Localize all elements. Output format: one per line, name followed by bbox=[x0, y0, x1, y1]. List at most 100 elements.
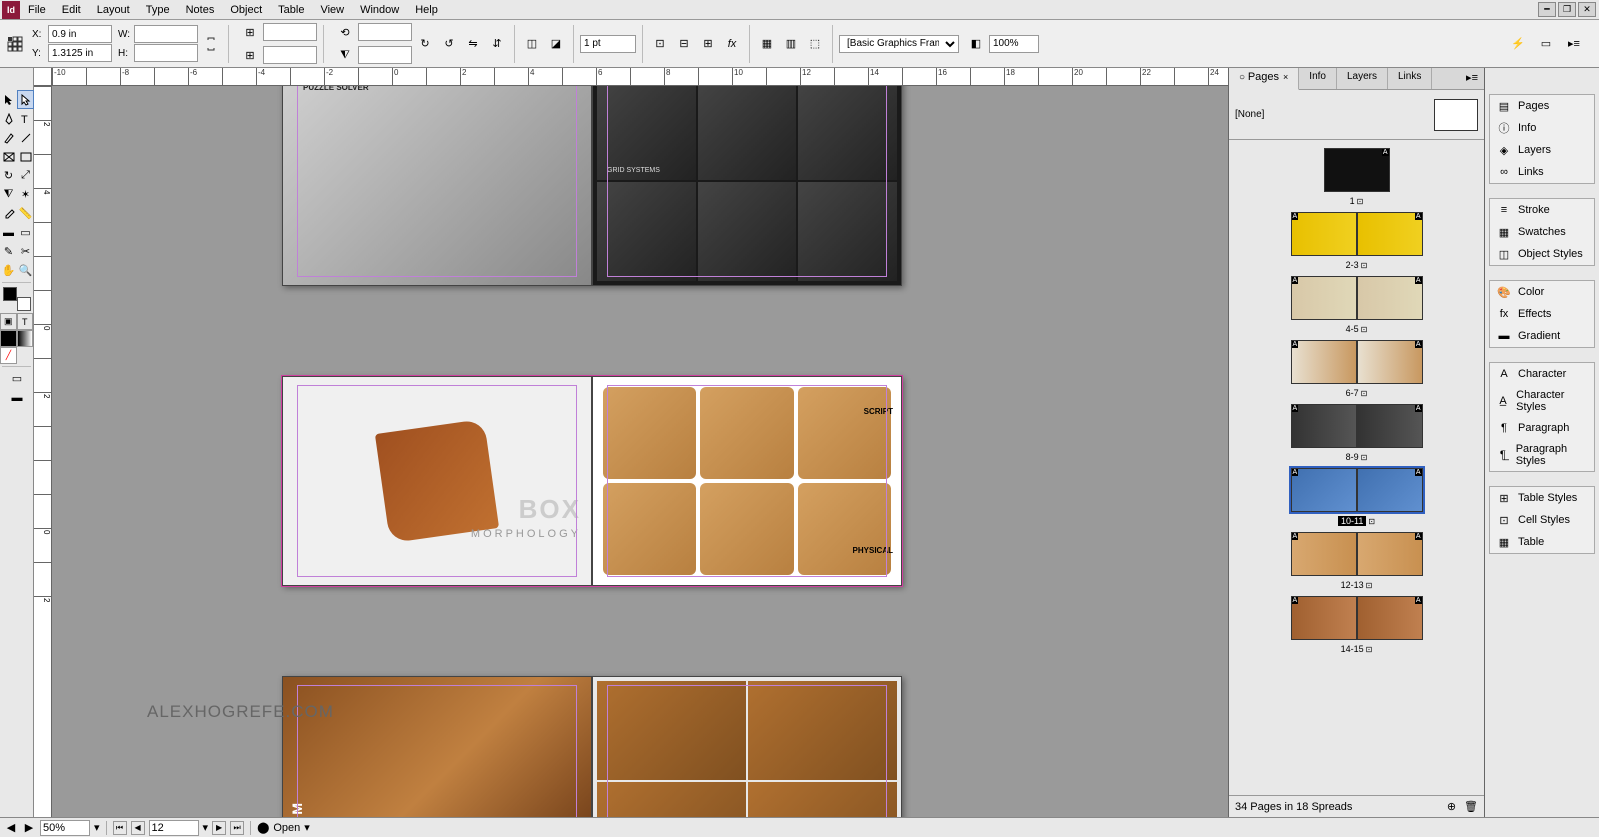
horizontal-ruler[interactable]: -10-8-6-4-20246810121416182022242628 bbox=[52, 68, 1228, 86]
page-thumb-4-5[interactable]: AA4-5 ⊡ bbox=[1289, 274, 1425, 334]
panel-info[interactable]: ⓘInfo bbox=[1490, 117, 1594, 139]
panel-menu-icon[interactable]: ▸≡ bbox=[1563, 33, 1585, 55]
shear-input[interactable] bbox=[358, 46, 412, 64]
page-dropdown-icon[interactable]: ▾ bbox=[203, 821, 209, 834]
gradient-tool[interactable]: ▬ bbox=[0, 223, 17, 242]
rotate-90-cw-icon[interactable]: ↻ bbox=[414, 33, 436, 55]
selection-tool[interactable] bbox=[0, 90, 17, 109]
text-wrap-bounding-icon[interactable]: ▥ bbox=[780, 33, 802, 55]
page-thumb-6-7[interactable]: AA6-7 ⊡ bbox=[1289, 338, 1425, 398]
scale-x-input[interactable] bbox=[263, 23, 317, 41]
menu-help[interactable]: Help bbox=[407, 2, 446, 18]
panel-table-styles[interactable]: ⊞Table Styles bbox=[1490, 487, 1594, 509]
pages-tab[interactable]: ○ Pages× bbox=[1229, 68, 1299, 90]
page-thumb-2-3[interactable]: AA2-3 ⊡ bbox=[1289, 210, 1425, 270]
apply-color-button[interactable] bbox=[0, 330, 17, 347]
free-transform-tool[interactable]: ✶ bbox=[17, 185, 34, 204]
panel-object-styles[interactable]: ◫Object Styles bbox=[1490, 243, 1594, 265]
menu-layout[interactable]: Layout bbox=[89, 2, 138, 18]
quick-apply-icon[interactable]: ⚡ bbox=[1507, 33, 1529, 55]
minimize-button[interactable]: ━ bbox=[1538, 2, 1556, 17]
page-thumbnails[interactable]: A1 ⊡AA2-3 ⊡AA4-5 ⊡AA6-7 ⊡AA8-9 ⊡AA10-11 … bbox=[1229, 140, 1484, 795]
links-tab[interactable]: Links bbox=[1388, 68, 1432, 89]
measure-tool[interactable]: 📏 bbox=[17, 204, 34, 223]
panel-table[interactable]: ▦Table bbox=[1490, 531, 1594, 553]
h-input[interactable] bbox=[134, 44, 198, 62]
fit-content-icon[interactable]: ⊡ bbox=[649, 33, 671, 55]
info-tab[interactable]: Info bbox=[1299, 68, 1337, 89]
menu-object[interactable]: Object bbox=[222, 2, 270, 18]
menu-table[interactable]: Table bbox=[270, 2, 312, 18]
scissors-tool[interactable]: ✂ bbox=[17, 242, 34, 261]
status-dropdown-icon[interactable]: ▾ bbox=[304, 821, 310, 834]
page-thumb-8-9[interactable]: AA8-9 ⊡ bbox=[1289, 402, 1425, 462]
x-input[interactable] bbox=[48, 25, 112, 43]
scale-y-input[interactable] bbox=[263, 46, 317, 64]
hand-tool[interactable]: ✋ bbox=[0, 261, 17, 280]
document-view[interactable]: PUZZLE SOLVER GRID SYSTEMS BOX bbox=[52, 86, 1228, 817]
none-master-label[interactable]: [None] bbox=[1235, 109, 1428, 120]
line-tool[interactable] bbox=[17, 128, 34, 147]
close-button[interactable]: ✕ bbox=[1578, 2, 1596, 17]
next-page-button[interactable]: ▶ bbox=[212, 821, 226, 835]
y-input[interactable] bbox=[48, 44, 112, 62]
panel-gradient[interactable]: ▬Gradient bbox=[1490, 325, 1594, 347]
fill-stroke-swatch[interactable] bbox=[3, 287, 31, 311]
panel-flyout-icon[interactable]: ▸≡ bbox=[1460, 68, 1484, 89]
layers-tab[interactable]: Layers bbox=[1337, 68, 1388, 89]
flip-v-icon[interactable]: ⇵ bbox=[486, 33, 508, 55]
gradient-feather-tool[interactable]: ▭ bbox=[17, 223, 34, 242]
scale-y-icon[interactable]: ⊞ bbox=[239, 44, 261, 66]
menu-edit[interactable]: Edit bbox=[54, 2, 89, 18]
zoom-tool[interactable]: 🔍 bbox=[17, 261, 34, 280]
page-thumb-1[interactable]: A1 ⊡ bbox=[1322, 146, 1392, 206]
page-thumb-12-13[interactable]: AA12-13 ⊡ bbox=[1289, 530, 1425, 590]
prev-page-button[interactable]: ◀ bbox=[131, 821, 145, 835]
rotate-icon[interactable]: ⟲ bbox=[334, 21, 356, 43]
rotate-90-ccw-icon[interactable]: ↺ bbox=[438, 33, 460, 55]
page-10[interactable]: BOX MORPHOLOGY bbox=[282, 376, 592, 586]
shear-tool[interactable]: ⧨ bbox=[0, 185, 17, 204]
panel-character[interactable]: ACharacter bbox=[1490, 363, 1594, 385]
flip-h-icon[interactable]: ⇋ bbox=[462, 33, 484, 55]
none-master-thumb[interactable] bbox=[1434, 99, 1478, 131]
panel-color[interactable]: 🎨Color bbox=[1490, 281, 1594, 303]
corners-icon[interactable]: ⬚ bbox=[804, 33, 826, 55]
scale-x-icon[interactable]: ⊞ bbox=[239, 21, 261, 43]
vertical-ruler[interactable]: 240202 bbox=[34, 86, 52, 817]
w-input[interactable] bbox=[134, 25, 198, 43]
apply-none-button[interactable]: ╱ bbox=[0, 347, 17, 364]
panel-effects[interactable]: fxEffects bbox=[1490, 303, 1594, 325]
first-page-button[interactable]: ⏮ bbox=[113, 821, 127, 835]
bridge-icon[interactable]: ▭ bbox=[1535, 33, 1557, 55]
spread-8-9[interactable]: PUZZLE SOLVER GRID SYSTEMS bbox=[282, 86, 902, 286]
maximize-button[interactable]: ❐ bbox=[1558, 2, 1576, 17]
page-12[interactable]: MUSEUM bbox=[282, 676, 592, 817]
shear-icon[interactable]: ⧨ bbox=[334, 44, 356, 66]
menu-window[interactable]: Window bbox=[352, 2, 407, 18]
scale-tool[interactable]: ⤢ bbox=[17, 166, 34, 185]
panel-character-styles[interactable]: A̲Character Styles bbox=[1490, 385, 1594, 417]
new-page-icon[interactable]: ⊕ bbox=[1447, 800, 1456, 813]
stroke-weight-input[interactable] bbox=[580, 35, 636, 53]
page-8[interactable]: PUZZLE SOLVER bbox=[282, 86, 592, 286]
page-thumb-14-15[interactable]: AA14-15 ⊡ bbox=[1289, 594, 1425, 654]
delete-page-icon[interactable]: 🗑 bbox=[1464, 800, 1478, 813]
note-tool[interactable]: ✎ bbox=[0, 242, 17, 261]
menu-type[interactable]: Type bbox=[138, 2, 178, 18]
ruler-origin[interactable] bbox=[34, 68, 52, 86]
menu-file[interactable]: File bbox=[20, 2, 54, 18]
page-thumb-10-11[interactable]: AA10-11 ⊡ bbox=[1289, 466, 1425, 526]
select-content-icon[interactable]: ◪ bbox=[545, 33, 567, 55]
apply-gradient-button[interactable] bbox=[17, 330, 34, 347]
scroll-left-icon[interactable]: ◀ bbox=[4, 821, 18, 834]
page-13[interactable] bbox=[592, 676, 902, 817]
menu-view[interactable]: View bbox=[312, 2, 352, 18]
pen-tool[interactable] bbox=[0, 109, 17, 128]
preflight-icon[interactable]: ⬤ bbox=[257, 821, 269, 834]
normal-view-button[interactable]: ▭ bbox=[0, 369, 34, 388]
formatting-text-button[interactable]: T bbox=[17, 313, 34, 330]
page-field[interactable] bbox=[149, 820, 199, 836]
panel-cell-styles[interactable]: ⊡Cell Styles bbox=[1490, 509, 1594, 531]
panel-stroke[interactable]: ≡Stroke bbox=[1490, 199, 1594, 221]
